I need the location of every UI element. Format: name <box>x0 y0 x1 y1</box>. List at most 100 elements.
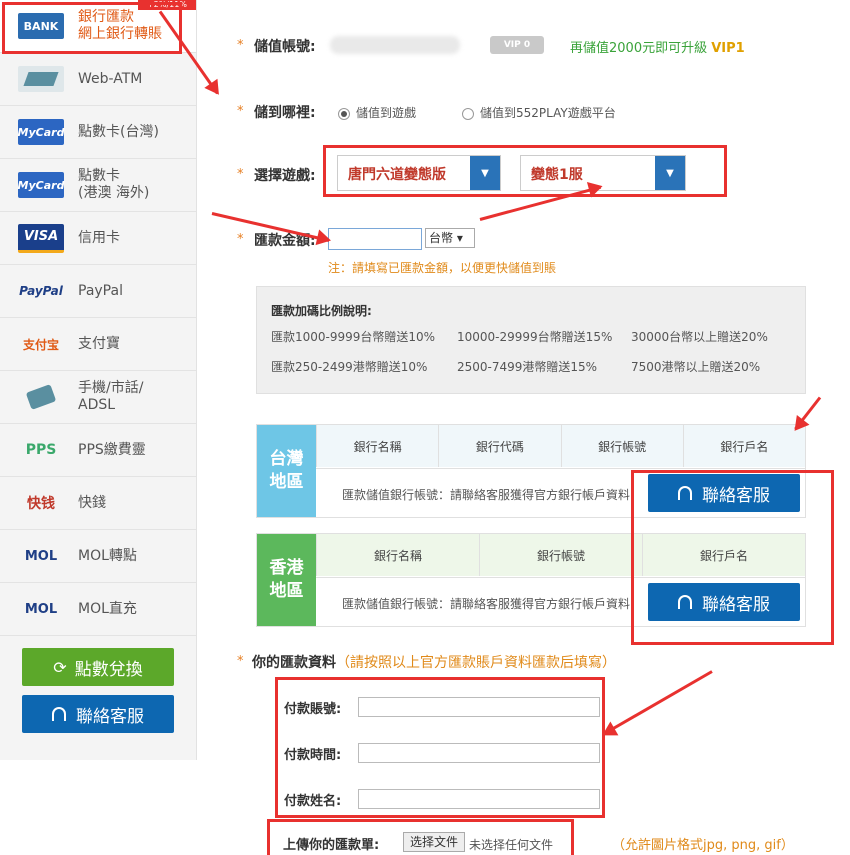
payment-account-label: 付款賬號: <box>284 702 342 717</box>
payment-item-label: 銀行匯款 <box>78 9 134 25</box>
required-star: * <box>237 167 244 182</box>
payment-item-label: MOL轉點 <box>78 547 137 564</box>
mycard-icon: MyCard <box>18 119 64 145</box>
bonus-rate-panel: 匯款加碼比例說明: 匯款1000-9999台幣贈送10% 10000-29999… <box>256 286 806 394</box>
headset-icon <box>678 595 692 609</box>
upgrade-text: 再儲值2000元即可升級 VIP1 <box>570 41 745 56</box>
payment-item-credit-card[interactable]: VISA 信用卡 <box>0 212 196 265</box>
payment-item-label: MOL直充 <box>78 600 137 617</box>
game-label: 選擇遊戲: <box>254 168 316 184</box>
bonus-rate: 30000台幣以上贈送20% <box>631 330 768 344</box>
column-header: 銀行代碼 <box>438 425 560 467</box>
payment-item-label: PayPal <box>78 282 123 299</box>
radio-unchecked[interactable] <box>462 107 474 120</box>
file-format-hint: （允許圖片格式jpg, png, gif） <box>612 838 794 853</box>
taiwan-customer-service-button[interactable]: 聯絡客服 <box>648 474 800 512</box>
payment-item-sublabel: (港澳 海外) <box>78 185 150 201</box>
payment-item-mycard-overseas[interactable]: MyCard 點數卡 (港澳 海外) <box>0 159 196 212</box>
payment-item-pps[interactable]: PPS PPS繳費靈 <box>0 424 196 477</box>
payment-name-label: 付款姓名: <box>284 794 342 809</box>
mycard-icon: MyCard <box>18 172 64 198</box>
required-star: * <box>237 232 244 247</box>
payment-item-label: 點數卡 <box>78 168 120 184</box>
payment-item-label: 手機/市話/ <box>78 380 144 396</box>
payment-item-label: PPS繳費靈 <box>78 441 146 458</box>
target-label: 儲到哪裡: <box>254 105 316 121</box>
currency-select[interactable]: 台幣 ▾ <box>425 228 475 248</box>
payment-item-sublabel: 網上銀行轉賬 <box>78 26 162 42</box>
payment-item-mol-points[interactable]: MOL MOL轉點 <box>0 530 196 583</box>
payment-item-label: 點數卡(台灣) <box>78 123 159 140</box>
amount-note: 注：請填寫已匯款金額，以便更快儲值到賬 <box>328 261 557 275</box>
paypal-icon: PayPal <box>19 284 63 298</box>
game-select[interactable]: 唐門六道變態版 ▼ <box>337 155 501 191</box>
bonus-title: 匯款加碼比例說明: <box>271 304 372 318</box>
amount-label: 匯款金額: <box>254 233 316 249</box>
bank-note: 匯款儲值銀行帳號：請聯絡客服獲得官方銀行帳戶資料 <box>342 488 631 502</box>
account-value-blurred <box>330 36 460 54</box>
bank-note: 匯款儲值銀行帳號：請聯絡客服獲得官方銀行帳戶資料 <box>342 597 631 611</box>
account-label: 儲值帳號: <box>254 39 316 55</box>
payment-time-input[interactable] <box>358 743 600 763</box>
hongkong-customer-service-button[interactable]: 聯絡客服 <box>648 583 800 621</box>
points-exchange-button[interactable]: ⟳ 點數兌換 <box>22 648 174 686</box>
payment-item-sublabel: ADSL <box>78 397 116 413</box>
headset-icon <box>52 707 66 721</box>
bonus-rate: 2500-7499港幣贈送15% <box>457 360 598 374</box>
server-select[interactable]: 變態1服 ▼ <box>520 155 686 191</box>
column-header: 銀行名稱 <box>316 534 479 576</box>
mol-direct-icon: MOL <box>24 601 58 617</box>
payment-item-label: 支付寶 <box>78 335 120 352</box>
required-star: * <box>237 104 244 119</box>
hongkong-region-label: 香港 地區 <box>257 534 316 626</box>
payment-name-input[interactable] <box>358 789 600 809</box>
bonus-rate: 7500港幣以上贈送20% <box>631 360 761 374</box>
payment-item-phone[interactable]: 手機/市話/ADSL <box>0 371 196 424</box>
column-header: 銀行戶名 <box>682 425 805 467</box>
annotation-arrow <box>602 670 713 736</box>
kuaiqian-icon: 快钱 <box>27 496 55 512</box>
sidebar-customer-service-button[interactable]: 聯絡客服 <box>22 695 174 733</box>
column-header: 銀行名稱 <box>316 425 438 467</box>
column-header: 銀行戶名 <box>642 534 805 576</box>
file-status: 未选择任何文件 <box>469 838 554 852</box>
column-header: 銀行帳號 <box>560 425 683 467</box>
visa-icon: VISA <box>18 223 64 253</box>
payment-item-label: 信用卡 <box>78 229 120 246</box>
alipay-icon: 支付宝 <box>22 337 59 352</box>
vip-badge: VIP 0 <box>490 36 544 54</box>
payment-time-label: 付款時間: <box>284 748 342 763</box>
payment-item-kuaiqian[interactable]: 快钱 快錢 <box>0 477 196 530</box>
payment-item-paypal[interactable]: PayPal PayPal <box>0 265 196 318</box>
amount-input[interactable] <box>328 228 422 250</box>
bank-card-icon: BANK <box>18 13 64 39</box>
promo-tag: +2%/11% <box>138 0 196 10</box>
pps-icon: PPS <box>25 442 57 458</box>
choose-file-button[interactable]: 选择文件 <box>403 832 465 852</box>
payment-account-input[interactable] <box>358 697 600 717</box>
upload-label: 上傳你的匯款單: <box>283 838 380 853</box>
phone-payment-icon <box>18 384 64 410</box>
payment-item-label: 快錢 <box>78 494 106 511</box>
required-star: * <box>237 38 244 53</box>
radio-checked[interactable] <box>338 107 350 120</box>
bonus-rate: 10000-29999台幣贈送15% <box>457 330 613 344</box>
bonus-rate: 匯款1000-9999台幣贈送10% <box>271 330 436 344</box>
remit-title: 你的匯款資料（請按照以上官方匯款賬戶資料匯款后填寫） <box>252 655 616 671</box>
payment-item-label: Web-ATM <box>78 70 143 87</box>
atm-machine-icon <box>18 66 64 92</box>
mol-points-icon: MOL <box>24 548 58 564</box>
payment-item-web-atm[interactable]: Web-ATM <box>0 53 196 106</box>
payment-item-mycard-tw[interactable]: MyCard 點數卡(台灣) <box>0 106 196 159</box>
chevron-down-icon: ▼ <box>655 156 685 190</box>
payment-item-alipay[interactable]: 支付宝 支付寶 <box>0 318 196 371</box>
radio-platform[interactable]: 儲值到552PLAY遊戲平台 <box>462 104 616 121</box>
payment-method-sidebar: BANK 銀行匯款 網上銀行轉賬 Web-ATM MyCard 點數卡(台灣) M… <box>0 0 197 760</box>
refresh-icon: ⟳ <box>53 657 67 677</box>
headset-icon <box>678 486 692 500</box>
payment-item-mol-direct[interactable]: MOL MOL直充 <box>0 583 196 636</box>
required-star: * <box>237 654 244 669</box>
radio-game[interactable]: 儲值到遊戲 <box>338 104 416 121</box>
bonus-rate: 匯款250-2499港幣贈送10% <box>271 360 428 374</box>
column-header: 銀行帳號 <box>479 534 642 576</box>
